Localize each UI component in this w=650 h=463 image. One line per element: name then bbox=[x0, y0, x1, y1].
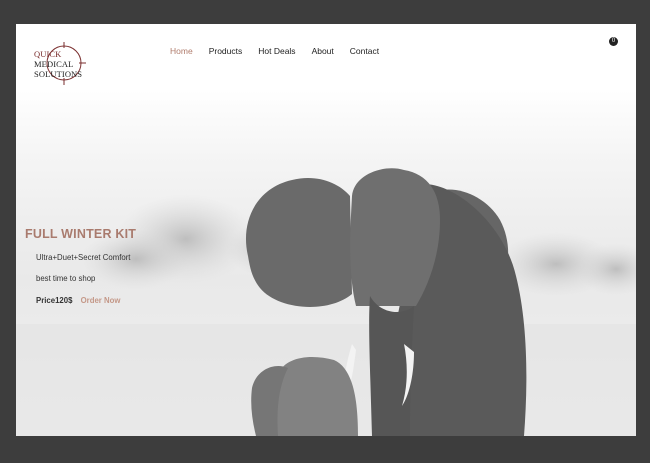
nav-item-about[interactable]: About bbox=[312, 46, 334, 56]
cart-count-badge[interactable]: 0 bbox=[609, 37, 618, 46]
page: QUICK MEDICAL SOLUTIONS Home Products Ho… bbox=[16, 24, 636, 436]
price-row: Price120$ Order Now bbox=[36, 296, 120, 305]
nav-item-products[interactable]: Products bbox=[209, 46, 243, 56]
logo-text-line: MEDICAL bbox=[34, 59, 74, 69]
main-nav: Home Products Hot Deals About Contact bbox=[170, 46, 379, 56]
logo-text-line: SOLUTIONS bbox=[34, 69, 83, 79]
nav-item-hot-deals[interactable]: Hot Deals bbox=[258, 46, 295, 56]
hero-promo: FULL WINTER KIT Ultra+Duet+Secret Comfor… bbox=[25, 227, 137, 305]
order-now-link[interactable]: Order Now bbox=[81, 296, 121, 305]
price-label: Price120$ bbox=[36, 296, 73, 305]
nav-item-contact[interactable]: Contact bbox=[350, 46, 379, 56]
hero-tagline: best time to shop bbox=[36, 274, 96, 283]
logo-text-line: QUICK bbox=[34, 49, 62, 59]
site-header: QUICK MEDICAL SOLUTIONS Home Products Ho… bbox=[16, 24, 636, 88]
nav-item-home[interactable]: Home bbox=[170, 46, 193, 56]
elephant bbox=[245, 168, 527, 436]
hero-title: FULL WINTER KIT bbox=[25, 227, 137, 241]
brand-logo[interactable]: QUICK MEDICAL SOLUTIONS bbox=[34, 42, 104, 88]
hero-subtitle: Ultra+Duet+Secret Comfort bbox=[36, 253, 131, 262]
